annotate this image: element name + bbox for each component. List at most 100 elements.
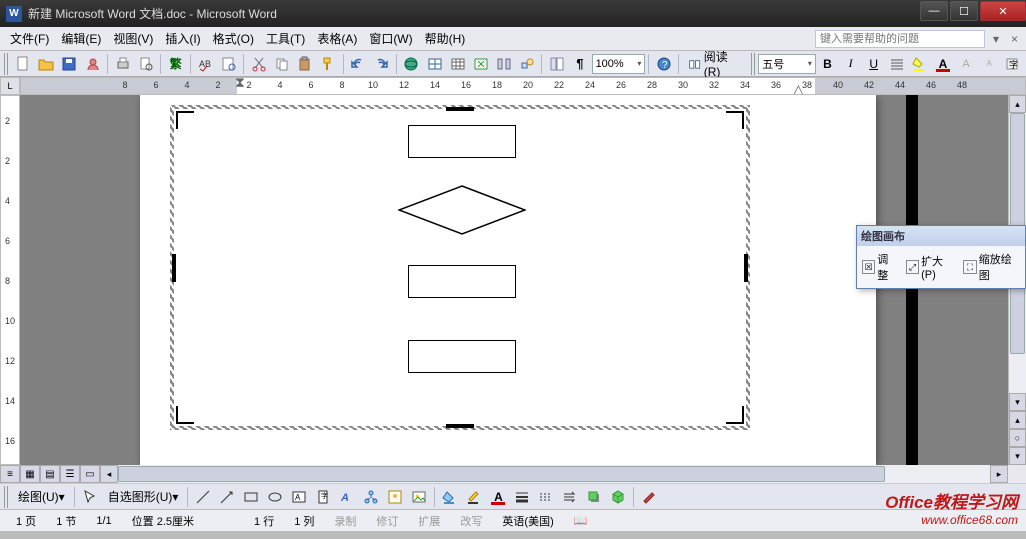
toolbar-grip[interactable]: [4, 53, 10, 75]
help-search-input[interactable]: [815, 30, 985, 48]
font-color-draw-button[interactable]: A: [487, 486, 509, 508]
format-painter-button[interactable]: [318, 53, 339, 75]
help-dropdown[interactable]: ▾: [989, 32, 1003, 46]
vertical-ruler[interactable]: 2246810121416: [0, 95, 20, 465]
vertical-textbox-button[interactable]: 字: [312, 486, 334, 508]
undo-button[interactable]: [348, 53, 369, 75]
help-button[interactable]: ?: [653, 53, 674, 75]
canvas-handle-top[interactable]: [446, 107, 474, 111]
fill-color-button[interactable]: [439, 486, 461, 508]
close-button[interactable]: ✕: [980, 1, 1026, 21]
scroll-down-button[interactable]: ▾: [1009, 393, 1026, 411]
spellcheck-button[interactable]: AB: [195, 53, 216, 75]
menu-help[interactable]: 帮助(H): [419, 28, 472, 49]
paste-button[interactable]: [295, 53, 316, 75]
excel-button[interactable]: [470, 53, 491, 75]
oval-button[interactable]: [264, 486, 286, 508]
dash-style-button[interactable]: [535, 486, 557, 508]
zoom-combo[interactable]: 100%▾: [592, 54, 646, 74]
line-color-button[interactable]: [463, 486, 485, 508]
permission-button[interactable]: [82, 53, 103, 75]
textbox-button[interactable]: A: [288, 486, 310, 508]
scroll-up-button[interactable]: ▴: [1009, 95, 1026, 113]
hscroll-left-button[interactable]: ◂: [100, 465, 118, 483]
menu-format[interactable]: 格式(O): [207, 28, 260, 49]
canvas-handle-right[interactable]: [744, 254, 748, 282]
open-button[interactable]: [36, 53, 57, 75]
underline-button[interactable]: U: [863, 53, 884, 75]
canvas-handle-tl[interactable]: [176, 111, 194, 129]
columns-button[interactable]: [493, 53, 514, 75]
ink-button[interactable]: [638, 486, 660, 508]
status-rev[interactable]: 修订: [366, 513, 408, 529]
insert-table-button[interactable]: [447, 53, 468, 75]
web-view-button[interactable]: ▦: [20, 465, 40, 483]
shape-rect-1[interactable]: [408, 125, 516, 158]
float-toolbar-title[interactable]: 绘图画布: [857, 226, 1025, 246]
italic-button[interactable]: I: [840, 53, 861, 75]
arrow-button[interactable]: [216, 486, 238, 508]
drawing-canvas-toolbar[interactable]: 绘图画布 ☒调整 ⤢扩大(P) ⛶缩放绘图: [856, 225, 1026, 289]
highlight-button[interactable]: [909, 53, 930, 75]
menu-table[interactable]: 表格(A): [311, 28, 363, 49]
traditional-button[interactable]: 繁: [165, 53, 186, 75]
autoshapes-menu[interactable]: 自选图形(U) ▾: [103, 486, 184, 508]
canvas-handle-tr[interactable]: [726, 111, 744, 129]
menu-window[interactable]: 窗口(W): [363, 28, 418, 49]
line-style-button[interactable]: [511, 486, 533, 508]
cut-button[interactable]: [248, 53, 269, 75]
menu-edit[interactable]: 编辑(E): [55, 28, 107, 49]
tables-borders-button[interactable]: [424, 53, 445, 75]
horizontal-ruler[interactable]: 8642246810121416182022242628303234363840…: [20, 77, 1026, 95]
normal-view-button[interactable]: ≡: [0, 465, 20, 483]
doc-close-button[interactable]: ×: [1007, 32, 1022, 46]
doc-map-button[interactable]: [546, 53, 567, 75]
canvas-handle-bl[interactable]: [176, 406, 194, 424]
expand-button[interactable]: ⤢扩大(P): [903, 251, 959, 283]
minimize-button[interactable]: —: [920, 1, 948, 21]
draw-menu[interactable]: 绘图(U) ▾: [13, 486, 70, 508]
shape-rect-2[interactable]: [408, 265, 516, 298]
research-button[interactable]: [218, 53, 239, 75]
align-justify-button[interactable]: [886, 53, 907, 75]
menu-tools[interactable]: 工具(T): [260, 28, 311, 49]
hscroll-right-button[interactable]: ▸: [990, 465, 1008, 483]
status-ext[interactable]: 扩展: [408, 513, 450, 529]
insert-picture-button[interactable]: [408, 486, 430, 508]
shadow-button[interactable]: [583, 486, 605, 508]
hscroll-thumb[interactable]: [118, 466, 885, 482]
read-button[interactable]: 阅读(R): [683, 53, 747, 75]
toolbar-grip-2[interactable]: [751, 53, 757, 75]
select-objects-button[interactable]: [79, 486, 101, 508]
canvas-handle-left[interactable]: [172, 254, 176, 282]
save-button[interactable]: [59, 53, 80, 75]
browse-object-button[interactable]: ○: [1009, 429, 1026, 447]
prev-page-button[interactable]: ▴: [1009, 411, 1026, 429]
copy-button[interactable]: [271, 53, 292, 75]
print-button[interactable]: [112, 53, 133, 75]
hyperlink-button[interactable]: [401, 53, 422, 75]
adjust-button[interactable]: ☒调整: [859, 249, 901, 285]
outline-view-button[interactable]: ☰: [60, 465, 80, 483]
hscroll-track[interactable]: [118, 465, 990, 483]
drawing-canvas[interactable]: [170, 105, 750, 430]
show-formatting-button[interactable]: ¶: [569, 53, 590, 75]
reading-view-button[interactable]: ▭: [80, 465, 100, 483]
menu-view[interactable]: 视图(V): [107, 28, 159, 49]
status-ovr[interactable]: 改写: [450, 513, 492, 529]
3d-button[interactable]: [607, 486, 629, 508]
line-button[interactable]: [192, 486, 214, 508]
font-color-button[interactable]: A: [932, 53, 953, 75]
arrow-style-button[interactable]: [559, 486, 581, 508]
shrink-font-button[interactable]: A: [979, 53, 1000, 75]
wordart-button[interactable]: A: [336, 486, 358, 508]
rectangle-button[interactable]: [240, 486, 262, 508]
grow-font-button[interactable]: A: [955, 53, 976, 75]
next-page-button[interactable]: ▾: [1009, 447, 1026, 465]
diagram-button[interactable]: [360, 486, 382, 508]
print-preview-button[interactable]: [135, 53, 156, 75]
draw-grip[interactable]: [4, 486, 10, 508]
font-size-combo[interactable]: 五号▾: [758, 54, 816, 74]
clipart-button[interactable]: [384, 486, 406, 508]
char-shading-button[interactable]: 字: [1002, 53, 1023, 75]
